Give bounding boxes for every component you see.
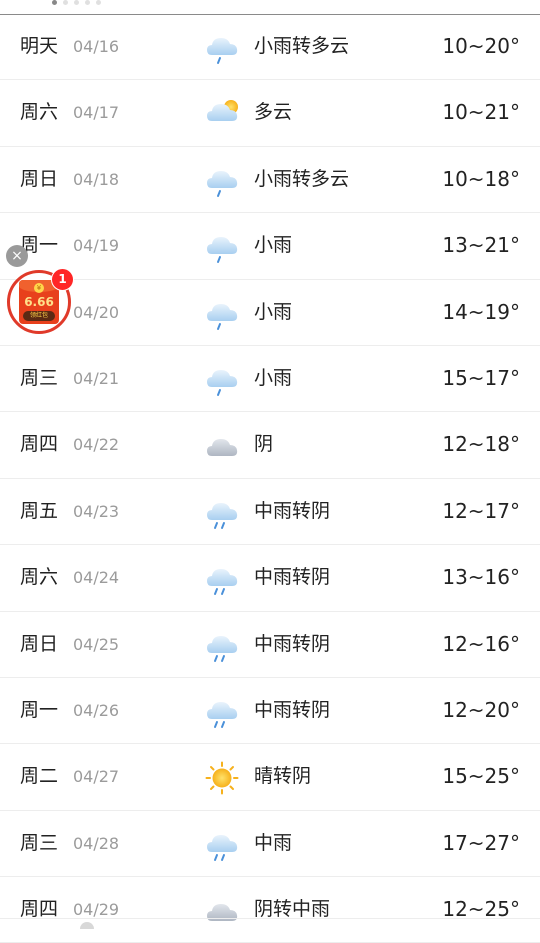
forecast-date: 04/23: [73, 501, 120, 521]
forecast-day: 周六: [20, 101, 59, 124]
forecast-temp-range: 10~21°: [442, 100, 520, 125]
page-dot: [96, 0, 101, 5]
forecast-condition: 小雨转多云: [254, 167, 350, 190]
forecast-condition: 中雨转阴: [254, 632, 331, 655]
forecast-temp-range: 10~20°: [442, 34, 520, 58]
light-rain-icon: [203, 30, 241, 66]
moderate-rain-icon: [203, 561, 241, 597]
forecast-date: 04/21: [73, 368, 120, 388]
page-dot: [85, 0, 90, 5]
page-dot-active: [52, 0, 57, 5]
moderate-rain-icon: [203, 628, 241, 664]
forecast-condition: 中雨转阴: [254, 499, 331, 522]
forecast-condition: 多云: [254, 101, 293, 124]
forecast-temp-range: 14~19°: [442, 299, 520, 324]
forecast-date: 04/26: [73, 700, 120, 720]
forecast-temp-range: 13~16°: [442, 565, 520, 590]
page-indicator-bar: [0, 0, 540, 15]
forecast-condition: 小雨: [254, 366, 293, 389]
forecast-row[interactable]: 明天 04/16 小雨转多云 10~20°: [0, 14, 540, 81]
forecast-day: 周四: [20, 433, 59, 456]
forecast-row-partial: [0, 918, 540, 929]
forecast-date: 04/25: [73, 634, 120, 654]
forecast-temp-range: 12~17°: [442, 498, 520, 523]
forecast-condition: 小雨: [254, 234, 293, 257]
light-rain-icon: [203, 229, 241, 265]
light-rain-icon: [203, 296, 241, 332]
forecast-list: 明天 04/16 小雨转多云 10~20° 周六 04/17 多云 10~21° 周日 04/18…: [0, 14, 540, 943]
forecast-temp-range: 12~16°: [442, 631, 520, 656]
forecast-condition: 晴转阴: [254, 765, 312, 788]
forecast-row[interactable]: 周六 04/17 多云 10~21°: [0, 80, 540, 147]
promo-claim-label: 领红包: [23, 311, 55, 321]
forecast-condition: 小雨转多云: [254, 35, 350, 57]
light-rain-icon: [203, 362, 241, 398]
forecast-date: 04/27: [73, 767, 120, 787]
forecast-date: 04/19: [73, 236, 120, 256]
forecast-row[interactable]: 周日 04/18 小雨转多云 10~18°: [0, 147, 540, 214]
forecast-row[interactable]: 周一 04/19 小雨 13~21°: [0, 213, 540, 280]
forecast-row[interactable]: 周六 04/24 中雨转阴 13~16°: [0, 545, 540, 612]
forecast-day: 周日: [20, 167, 59, 190]
forecast-date: 04/22: [73, 435, 120, 455]
forecast-day: 周日: [20, 632, 59, 655]
forecast-row[interactable]: 04/20 小雨 14~19°: [0, 280, 540, 346]
forecast-row[interactable]: 周五 04/23 中雨转阴 12~17°: [0, 479, 540, 546]
partly-cloudy-icon: [203, 96, 241, 132]
forecast-temp-range: 10~18°: [442, 166, 520, 191]
forecast-condition: 阴: [254, 433, 274, 456]
forecast-day: 明天: [20, 35, 59, 57]
forecast-date: 04/28: [73, 833, 120, 853]
forecast-condition: 小雨: [254, 300, 293, 323]
forecast-day: 周六: [20, 566, 59, 589]
forecast-temp-range: 15~25°: [442, 764, 520, 789]
forecast-day: 周三: [20, 831, 59, 854]
forecast-condition: 中雨转阴: [254, 566, 331, 589]
forecast-condition: 阴转中雨: [254, 898, 331, 921]
sunny-icon: [203, 760, 241, 796]
light-rain-icon: [203, 163, 241, 199]
forecast-day: 周五: [20, 499, 59, 522]
forecast-temp-range: 15~17°: [442, 365, 520, 390]
forecast-condition: 中雨: [254, 831, 293, 854]
overcast-icon: [203, 428, 241, 464]
forecast-temp-range: 12~25°: [442, 897, 520, 922]
moderate-rain-icon: [203, 827, 241, 863]
moderate-rain-icon: [203, 694, 241, 730]
page-dot: [74, 0, 79, 5]
forecast-condition: 中雨转阴: [254, 698, 331, 721]
forecast-day: 周三: [20, 366, 59, 389]
coin-icon: ¥: [34, 283, 44, 293]
forecast-row[interactable]: 周三 04/21 小雨 15~17°: [0, 346, 540, 413]
promo-close-button[interactable]: ×: [6, 245, 28, 267]
forecast-date: 04/29: [73, 900, 120, 920]
forecast-row[interactable]: 周日 04/25 中雨转阴 12~16°: [0, 612, 540, 678]
moderate-rain-icon: [203, 495, 241, 531]
forecast-row[interactable]: 周四 04/22 阴 12~18°: [0, 412, 540, 479]
notification-badge: 1: [51, 268, 74, 291]
forecast-date: 04/18: [73, 169, 120, 189]
forecast-date: 04/16: [73, 37, 120, 56]
promo-amount: 6.66: [24, 295, 54, 309]
forecast-temp-range: 12~18°: [442, 432, 520, 457]
forecast-row[interactable]: 周二 04/27 晴转阴 15~25°: [0, 744, 540, 811]
page-dots: [52, 0, 101, 5]
forecast-date: 04/20: [73, 302, 120, 322]
forecast-day: 周二: [20, 765, 59, 788]
forecast-day: 周一: [20, 698, 59, 721]
forecast-temp-range: 13~21°: [442, 233, 520, 258]
page-dot: [63, 0, 68, 5]
forecast-date: 04/17: [73, 103, 120, 123]
forecast-temp-range: 12~20°: [442, 697, 520, 722]
forecast-row[interactable]: 周三 04/28 中雨 17~27°: [0, 811, 540, 878]
forecast-date: 04/24: [73, 568, 120, 588]
forecast-day: 周四: [20, 898, 59, 921]
forecast-day: 周一: [20, 234, 59, 257]
forecast-temp-range: 17~27°: [442, 830, 520, 855]
forecast-row[interactable]: 周一 04/26 中雨转阴 12~20°: [0, 678, 540, 745]
forecast-row[interactable]: 周四 04/29 阴转中雨 12~25°: [0, 877, 540, 943]
